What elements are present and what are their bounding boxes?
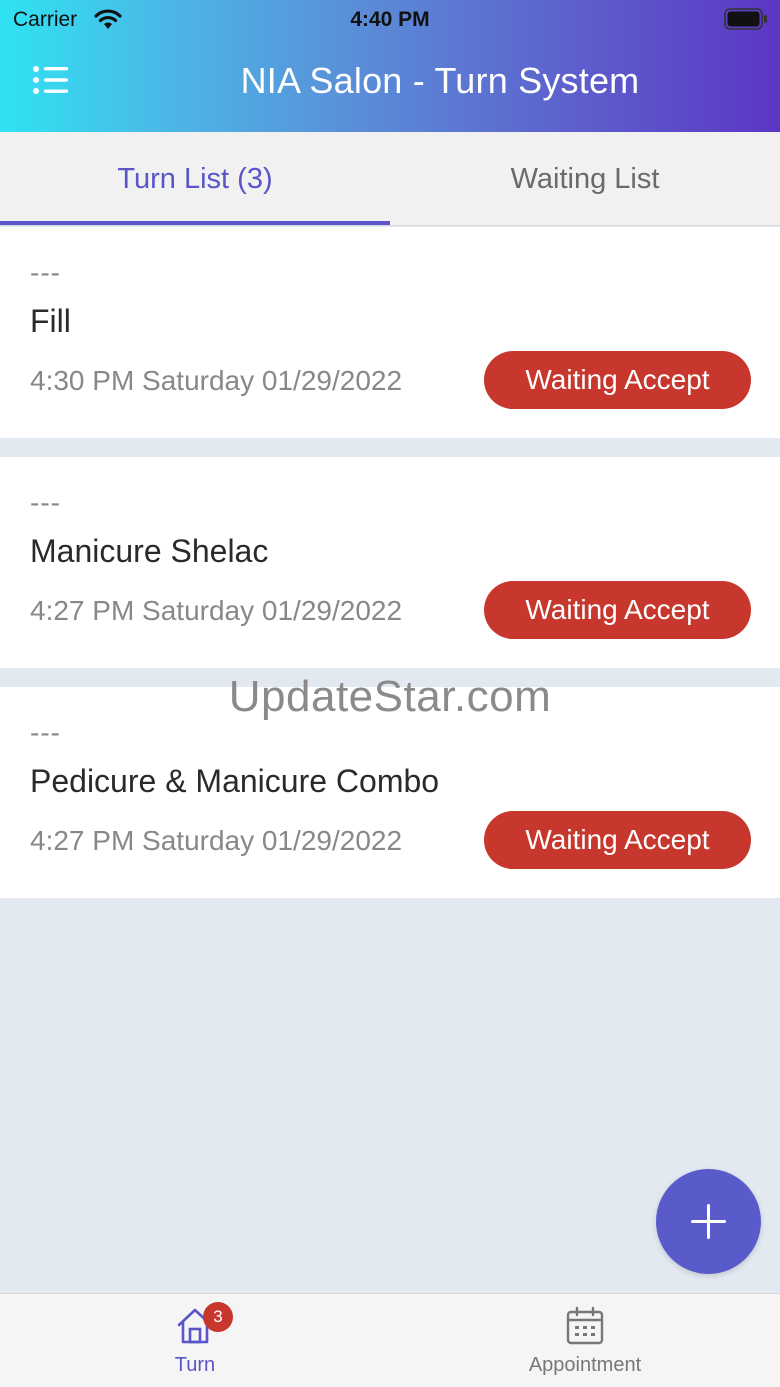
watermark: UpdateStar.com xyxy=(228,672,552,721)
active-tab-indicator xyxy=(0,221,390,225)
tab-waiting-list[interactable]: Waiting List xyxy=(390,132,780,226)
turn-time: 4:27 PM Saturday 01/29/2022 xyxy=(30,825,403,856)
turn-service: Manicure Shelac xyxy=(30,533,269,569)
nav-appointment-label: Appointment xyxy=(528,1354,642,1376)
nav-appointment[interactable]: Appointment xyxy=(390,1294,780,1387)
bottom-navigation: 3 Turn Appointment xyxy=(0,1293,780,1387)
turn-service: Fill xyxy=(30,303,71,339)
app-header: Carrier 4:40 PM NIA Salon - Turn System xyxy=(0,0,780,132)
turn-time: 4:30 PM Saturday 01/29/2022 xyxy=(30,365,403,396)
nav-turn[interactable]: 3 Turn xyxy=(0,1294,390,1387)
turn-card[interactable]: --- Fill 4:30 PM Saturday 01/29/2022 Wai… xyxy=(0,227,780,438)
waiting-accept-button[interactable]: Waiting Accept xyxy=(484,581,751,639)
turn-service: Pedicure & Manicure Combo xyxy=(30,763,440,799)
page-title: NIA Salon - Turn System xyxy=(240,60,640,101)
battery-icon xyxy=(724,8,768,35)
status-bar: Carrier 4:40 PM xyxy=(0,0,780,40)
turn-staff: --- xyxy=(30,487,61,518)
calendar-icon xyxy=(566,1306,604,1351)
turn-time: 4:27 PM Saturday 01/29/2022 xyxy=(30,595,403,626)
turn-count-badge: 3 xyxy=(203,1302,233,1332)
turn-card[interactable]: --- Manicure Shelac 4:27 PM Saturday 01/… xyxy=(0,457,780,668)
tab-bar: Turn List (3) Waiting List xyxy=(0,132,780,226)
waiting-accept-button[interactable]: Waiting Accept xyxy=(484,811,751,869)
nav-turn-label: Turn xyxy=(174,1354,216,1376)
tab-turn-list[interactable]: Turn List (3) xyxy=(0,132,390,226)
waiting-accept-button[interactable]: Waiting Accept xyxy=(484,351,751,409)
clock: 4:40 PM xyxy=(350,8,430,31)
turn-staff: --- xyxy=(30,257,61,288)
plus-icon xyxy=(688,1201,729,1247)
add-turn-button[interactable] xyxy=(656,1169,761,1274)
